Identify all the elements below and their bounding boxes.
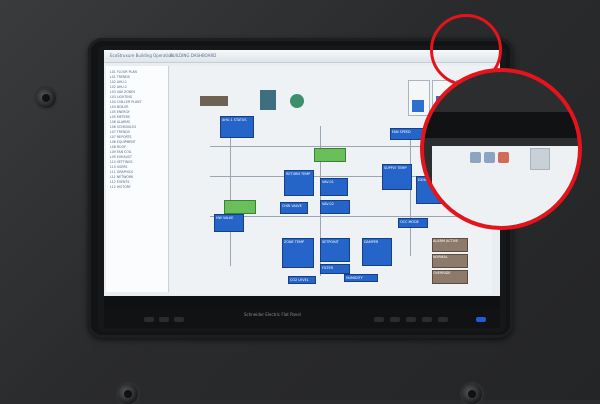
titlebar-text: EcoStruxure Building Operation xyxy=(110,53,174,58)
equipment-panel[interactable]: VAV-02 xyxy=(320,200,350,214)
panel-label: VAV-01 xyxy=(322,180,334,184)
minimize-icon[interactable] xyxy=(470,152,481,163)
sidebar-item[interactable]: L08 ROOF xyxy=(110,145,164,149)
sidebar-item[interactable]: L09 FAN COIL xyxy=(110,150,164,154)
equipment-panel[interactable]: SUPPLY TEMP xyxy=(382,164,412,190)
panel-label: CHW VALVE xyxy=(282,204,302,208)
zoom-callout xyxy=(420,68,582,230)
panel-label: VAV-02 xyxy=(322,202,334,206)
cad-line xyxy=(410,136,411,256)
monitor-button[interactable] xyxy=(159,317,169,322)
screw-icon xyxy=(118,384,138,404)
sidebar-item[interactable]: L07 TRENDS xyxy=(110,130,164,134)
status-label: ALARM ACTIVE xyxy=(433,239,459,243)
sidebar: L01 FLOOR PLAN L01 TRENDS L02 AHU-1 L02 … xyxy=(106,66,169,292)
monitor-control-strip: Schneider Electric Flat Panel xyxy=(104,308,500,328)
monitor-button[interactable] xyxy=(144,317,154,322)
equipment-panel[interactable]: SETPOINT xyxy=(320,238,350,262)
sidebar-item[interactable]: L03 LIGHTING xyxy=(110,95,164,99)
sidebar-item[interactable]: L11 NETWORK xyxy=(110,175,164,179)
logo-icon xyxy=(260,90,276,110)
monitor-button[interactable] xyxy=(174,317,184,322)
status-label: OVERRIDE xyxy=(433,271,451,275)
sidebar-item[interactable]: L01 TRENDS xyxy=(110,75,164,79)
sidebar-item[interactable]: L02 AHU-2 xyxy=(110,85,164,89)
equipment-panel[interactable]: HW VALVE xyxy=(214,214,244,232)
panel-label: CO2 LEVEL xyxy=(290,278,309,282)
sidebar-item[interactable]: L06 ALARMS xyxy=(110,120,164,124)
brand-logo-icon xyxy=(200,96,228,106)
sidebar-item[interactable]: L09 EXHAUST xyxy=(110,155,164,159)
panel-label: AHU-1 STATUS xyxy=(222,118,247,122)
status-indicator-green xyxy=(314,148,346,162)
sidebar-item[interactable]: L05 METERS xyxy=(110,115,164,119)
os-taskbar xyxy=(104,296,500,308)
sidebar-item[interactable]: L10 USERS xyxy=(110,165,164,169)
monitor-button[interactable] xyxy=(390,317,400,322)
screw-icon xyxy=(462,384,482,404)
panel-label: HUMIDITY xyxy=(346,276,363,280)
alarm-panel[interactable]: NORMAL xyxy=(432,254,468,268)
monitor-button[interactable] xyxy=(438,317,448,322)
sidebar-item[interactable]: L12 HISTORY xyxy=(110,185,164,189)
zoom-bezel xyxy=(424,112,578,138)
window-thumbnail-icon xyxy=(530,148,550,170)
equipment-panel[interactable]: OCC MODE xyxy=(398,218,428,228)
monitor-brand-text: Schneider Electric Flat Panel xyxy=(244,312,301,317)
equipment-panel[interactable]: RETURN TEMP xyxy=(284,170,314,196)
panel-label: FILTER xyxy=(322,266,333,270)
sidebar-item[interactable]: L10 SETTINGS xyxy=(110,160,164,164)
equipment-panel[interactable]: DAMPER xyxy=(362,238,392,266)
status-indicator-green xyxy=(224,200,256,214)
cad-line xyxy=(210,216,460,217)
panel-label: ZONE TEMP xyxy=(284,240,304,244)
panel-label: RETURN TEMP xyxy=(286,172,311,176)
monitor-button[interactable] xyxy=(374,317,384,322)
panel-label: HW VALVE xyxy=(216,216,234,220)
sidebar-item[interactable]: L04 BOILER xyxy=(110,105,164,109)
panel-label: SETPOINT xyxy=(322,240,339,244)
sidebar-item[interactable]: L11 GRAPHICS xyxy=(110,170,164,174)
monitor-button[interactable] xyxy=(406,317,416,322)
sidebar-item[interactable]: L05 ENERGY xyxy=(110,110,164,114)
panel-label: FAN SPEED xyxy=(392,130,411,134)
power-icon[interactable] xyxy=(476,317,486,322)
sidebar-item[interactable]: L06 SCHEDULES xyxy=(110,125,164,129)
maximize-icon[interactable] xyxy=(484,152,495,163)
sidebar-item[interactable]: L01 FLOOR PLAN xyxy=(110,70,164,74)
sidebar-item[interactable]: L03 VAV ZONES xyxy=(110,90,164,94)
equipment-panel[interactable]: FILTER xyxy=(320,264,350,274)
equipment-panel[interactable]: CHW VALVE xyxy=(280,202,308,214)
sidebar-item[interactable]: L04 CHILLER PLANT xyxy=(110,100,164,104)
globe-icon xyxy=(290,94,304,108)
equipment-panel[interactable]: CO2 LEVEL xyxy=(288,276,316,284)
sidebar-item[interactable]: L02 AHU-1 xyxy=(110,80,164,84)
equipment-panel[interactable]: ZONE TEMP xyxy=(282,238,314,268)
window-title: BUILDING DASHBOARD xyxy=(170,53,217,58)
equipment-panel[interactable]: HUMIDITY xyxy=(344,274,378,282)
equipment-panel[interactable]: AHU-1 STATUS xyxy=(220,116,254,138)
close-icon[interactable] xyxy=(498,152,509,163)
equipment-panel[interactable]: VAV-01 xyxy=(320,178,348,196)
gauge-1 xyxy=(408,80,430,116)
alarm-panel[interactable]: ALARM ACTIVE xyxy=(432,238,468,252)
sidebar-item[interactable]: L08 EQUIPMENT xyxy=(110,140,164,144)
monitor-button[interactable] xyxy=(422,317,432,322)
panel-label: OCC MODE xyxy=(400,220,419,224)
panel-label: DAMPER xyxy=(364,240,379,244)
panel-label: SUPPLY TEMP xyxy=(384,166,407,170)
screw-icon xyxy=(36,88,56,108)
gauge-fill xyxy=(412,100,424,112)
sidebar-item[interactable]: L07 REPORTS xyxy=(110,135,164,139)
alarm-panel[interactable]: OVERRIDE xyxy=(432,270,468,284)
sidebar-item[interactable]: L12 EVENTS xyxy=(110,180,164,184)
zoom-screen-detail xyxy=(432,146,578,226)
status-label: NORMAL xyxy=(433,255,448,259)
